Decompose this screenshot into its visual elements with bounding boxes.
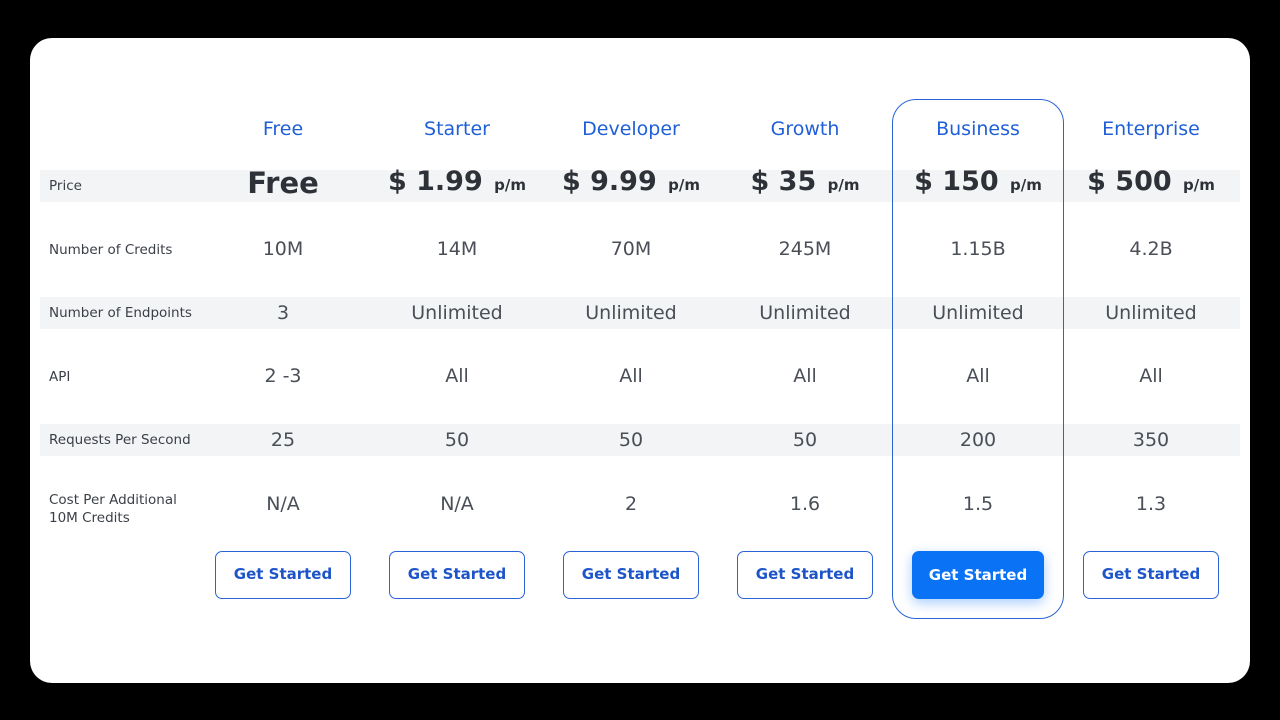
get-started-button-developer[interactable]: Get Started	[563, 551, 699, 599]
price-amount: $ 35	[750, 166, 817, 197]
price-unit: p/m	[668, 176, 701, 194]
api-developer: All	[619, 365, 643, 387]
plan-price-growth: $ 35 p/m	[718, 166, 892, 197]
get-started-button-starter[interactable]: Get Started	[389, 551, 525, 599]
plan-name-business: Business	[936, 118, 1020, 140]
cost-additional-developer: 2	[624, 493, 638, 515]
credits-growth: 245M	[778, 238, 832, 260]
rps-growth: 50	[792, 429, 818, 451]
plan-price-enterprise: $ 500 p/m	[1064, 166, 1238, 197]
price-unit: p/m	[827, 176, 860, 194]
price-amount: $ 9.99	[561, 166, 657, 197]
row-label-credits: Number of Credits	[49, 242, 173, 258]
row-label-endpoints: Number of Endpoints	[49, 305, 192, 321]
rps-business: 200	[959, 429, 997, 451]
get-started-button-enterprise[interactable]: Get Started	[1083, 551, 1219, 599]
cost-additional-enterprise: 1.3	[1135, 493, 1167, 515]
get-started-button-free[interactable]: Get Started	[215, 551, 351, 599]
api-business: All	[966, 365, 990, 387]
row-label-price: Price	[49, 178, 82, 194]
plan-name-starter: Starter	[424, 118, 490, 140]
price-unit: p/m	[494, 176, 527, 194]
price-amount: $ 1.99	[387, 166, 483, 197]
endpoints-starter: Unlimited	[411, 302, 503, 324]
rps-free: 25	[270, 429, 296, 451]
price-amount: $ 500	[1087, 166, 1172, 197]
price-amount: Free	[247, 166, 319, 200]
api-starter: All	[445, 365, 469, 387]
cost-additional-free: N/A	[266, 493, 300, 515]
row-label-rps: Requests Per Second	[49, 432, 191, 448]
row-label-cost-line1: Cost Per Additional	[49, 492, 177, 508]
plan-name-enterprise: Enterprise	[1102, 118, 1200, 140]
api-enterprise: All	[1139, 365, 1163, 387]
get-started-button-business[interactable]: Get Started	[912, 551, 1044, 599]
rps-developer: 50	[618, 429, 644, 451]
row-label-api: API	[49, 369, 71, 385]
row-label-cost-additional: Cost Per Additional 10M Credits	[49, 491, 177, 527]
price-unit: p/m	[1010, 176, 1042, 194]
credits-enterprise: 4.2B	[1129, 238, 1173, 260]
credits-starter: 14M	[436, 238, 478, 260]
plan-name-free: Free	[262, 118, 304, 140]
credits-developer: 70M	[610, 238, 652, 260]
price-amount: $ 150	[914, 166, 999, 197]
api-free: 2 -3	[264, 365, 302, 387]
plan-price-developer: $ 9.99 p/m	[544, 166, 718, 197]
plan-price-free: Free	[196, 166, 370, 200]
plan-name-developer: Developer	[582, 118, 680, 140]
credits-free: 10M	[262, 238, 304, 260]
price-unit: p/m	[1183, 176, 1215, 194]
cost-additional-business: 1.5	[962, 493, 994, 515]
plan-name-growth: Growth	[770, 118, 840, 140]
row-label-cost-line2: 10M Credits	[49, 510, 130, 526]
endpoints-enterprise: Unlimited	[1105, 302, 1197, 324]
plan-price-starter: $ 1.99 p/m	[370, 166, 544, 197]
rps-enterprise: 350	[1132, 429, 1170, 451]
plan-price-business: $ 150 p/m	[891, 166, 1065, 197]
credits-business: 1.15B	[950, 238, 1006, 260]
cost-additional-starter: N/A	[440, 493, 474, 515]
endpoints-free: 3	[276, 302, 290, 324]
endpoints-growth: Unlimited	[759, 302, 851, 324]
endpoints-developer: Unlimited	[585, 302, 677, 324]
cost-additional-growth: 1.6	[789, 493, 821, 515]
get-started-button-growth[interactable]: Get Started	[737, 551, 873, 599]
endpoints-business: Unlimited	[932, 302, 1024, 324]
api-growth: All	[793, 365, 817, 387]
rps-starter: 50	[444, 429, 470, 451]
